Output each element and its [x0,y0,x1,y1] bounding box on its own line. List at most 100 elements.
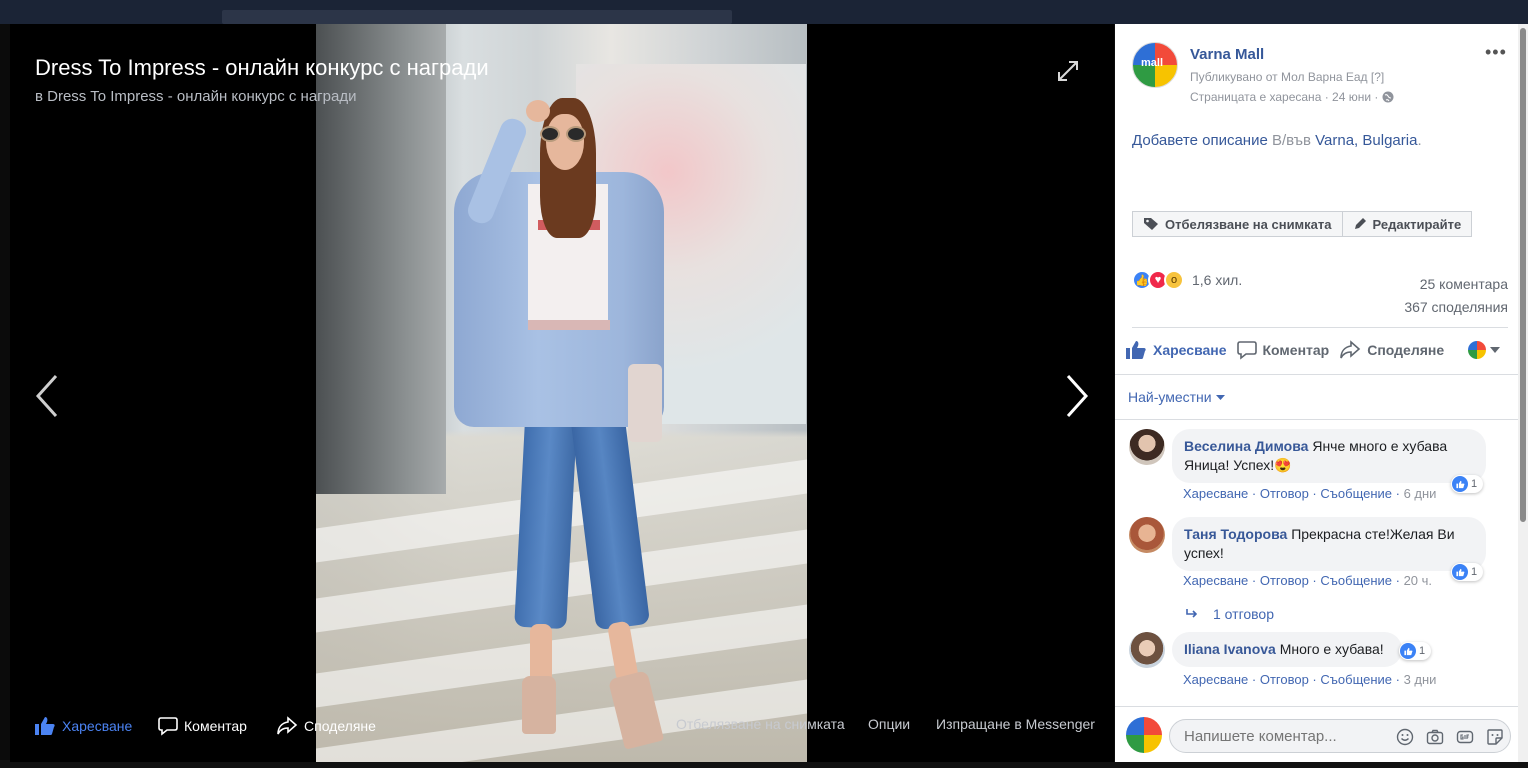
comment-input[interactable] [1184,728,1364,745]
post-description: Добавете описание В/във Varna, Bulgaria. [1132,132,1422,149]
comment-sort-dropdown[interactable]: Най-уместни [1128,389,1225,405]
shares-count[interactable]: 367 споделяния [1404,296,1508,319]
comment-reaction-count: 1 [1471,478,1478,490]
comment-message-link[interactable]: Съобщение [1320,486,1392,501]
thumbs-up-icon [1126,341,1146,359]
tag-photo-link[interactable]: Отбелязване на снимката [676,716,845,732]
more-options-icon[interactable]: ••• [1485,42,1507,63]
caret-down-icon [1215,394,1225,400]
background-page-header [0,0,1528,24]
page-avatar[interactable]: mall [1132,42,1178,88]
add-description-link[interactable]: Добавете описание [1132,132,1268,149]
comment-message-link[interactable]: Съобщение [1320,573,1392,588]
post-as-selector[interactable] [1468,341,1501,359]
comment-actions: Харесване · Отговор · Съобщение · 3 дни [1183,672,1437,687]
comment-field[interactable] [1169,719,1511,753]
like-label: Харесване [1153,342,1227,358]
comment-reactions[interactable]: 1 [1399,642,1432,660]
composer-icons [1396,728,1504,746]
share-label: Споделяне [1367,342,1445,358]
tag-photo-label: Отбелязване на снимката [1165,216,1332,232]
tag-photo-button[interactable]: Отбелязване на снимката [1132,211,1343,237]
comment-reactions[interactable]: 1 [1451,563,1484,581]
comment-composer [1115,706,1518,762]
viewer-share-button[interactable]: Споделяне [276,716,376,736]
photo-face [546,114,584,170]
comment-timestamp[interactable]: 20 ч. [1404,573,1432,588]
viewer-comment-button[interactable]: Коментар [158,716,247,736]
photo-leg-left [530,624,552,684]
scrollbar-thumb[interactable] [1520,28,1526,522]
comment-reply-link[interactable]: Отговор [1260,486,1309,501]
next-photo-arrow-icon[interactable] [1058,372,1094,420]
camera-icon[interactable] [1426,728,1444,746]
viewer-like-label: Харесване [62,718,133,734]
viewer-comment-label: Коментар [184,718,247,734]
album-title: Dress To Impress - онлайн конкурс с нагр… [35,55,489,80]
commenter-avatar[interactable] [1129,429,1165,465]
tag-icon [1144,218,1158,230]
share-icon [1340,340,1361,359]
comment-reply-link[interactable]: Отговор [1260,672,1309,687]
commenter-name[interactable]: Таня Тодорова [1184,526,1287,542]
fullscreen-icon[interactable] [1055,58,1081,84]
background-search [222,10,732,24]
gif-icon[interactable] [1456,728,1474,746]
comment-like-link[interactable]: Харесване [1183,486,1248,501]
comment-actions: Харесване · Отговор · Съобщение · 20 ч. [1183,573,1433,588]
published-by: Публикувано от Мол Варна Еад [?] [1190,70,1384,84]
share-icon [277,716,298,735]
previous-photo-arrow-icon[interactable] [30,372,66,420]
comment-button[interactable]: Коментар [1236,340,1329,360]
share-button[interactable]: Споделяне [1339,340,1444,360]
commenter-avatar[interactable] [1129,517,1165,553]
like-reaction-icon [1452,476,1468,492]
comment-message-link[interactable]: Съобщение [1320,672,1392,687]
post-actions: Харесване Коментар Споделяне [1125,340,1515,360]
thumbs-up-icon [35,717,55,735]
photo-belt [528,320,610,330]
emoji-icon[interactable] [1396,728,1414,746]
view-replies-link[interactable]: 1 отговор [1185,606,1274,622]
description-dot: . [1417,132,1422,149]
comment-like-link[interactable]: Харесване [1183,672,1248,687]
viewer-share-label: Споделяне [304,718,376,734]
caret-down-icon [1490,347,1501,353]
reaction-summary[interactable]: 👍 ♥ o 1,6 хил. [1132,270,1242,290]
divider [1115,374,1518,375]
like-button[interactable]: Харесване [1125,340,1227,360]
photo-sunglasses [540,126,588,142]
reply-arrow-icon [1186,609,1198,618]
post-sidebar: mall Varna Mall ••• Публикувано от Мол В… [1115,24,1518,762]
viewer-like-button[interactable]: Харесване [34,716,132,736]
page-name[interactable]: Varna Mall [1190,46,1264,63]
location-link[interactable]: Varna, Bulgaria [1315,132,1417,149]
send-in-messenger-link[interactable]: Изпращане в Messenger [936,716,1095,732]
comment-like-link[interactable]: Харесване [1183,573,1248,588]
sticker-icon[interactable] [1486,728,1504,746]
description-separator: В/във [1267,132,1316,149]
comments-count[interactable]: 25 коментара [1404,273,1508,296]
comment-timestamp[interactable]: 3 дни [1404,672,1437,687]
commenter-name[interactable]: Веселина Димова [1184,438,1308,454]
photo-person [316,24,807,762]
commenter-name[interactable]: Iliana Ivanova [1184,641,1276,657]
photo-hand [526,100,550,122]
comment-reply-link[interactable]: Отговор [1260,573,1309,588]
globe-icon [1382,91,1394,103]
edit-button[interactable]: Редактирайте [1342,211,1473,237]
album-subtitle[interactable]: в Dress To Impress - онлайн конкурс с на… [35,88,356,105]
published-by-hint[interactable]: [?] [1371,70,1384,84]
photo[interactable] [316,24,807,762]
viewer-bottom-bar: Харесване Коментар Споделяне Отбелязване… [10,710,1114,746]
comment-reactions[interactable]: 1 [1451,475,1484,493]
sidebar-scrollbar[interactable] [1518,24,1528,762]
comment-reaction-count: 1 [1471,566,1478,578]
comment-timestamp[interactable]: 6 дни [1404,486,1437,501]
page-avatar-logo-text: mall [1141,57,1164,69]
commenter-avatar[interactable] [1129,632,1165,668]
comment-icon [1236,341,1257,360]
comment-text: Яница! Успех!😍 [1184,457,1292,473]
comment-bubble: Таня Тодорова Прекрасна сте!Желая Ви усп… [1172,517,1486,571]
options-link[interactable]: Опции [868,716,910,732]
